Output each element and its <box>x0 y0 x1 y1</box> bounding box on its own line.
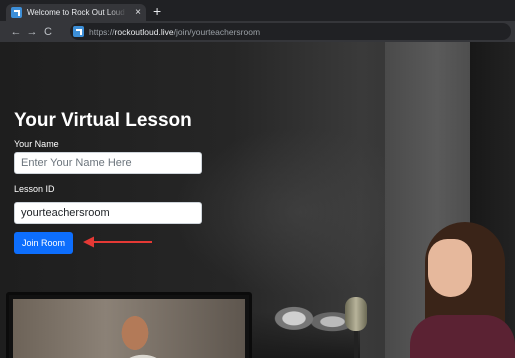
address-bar[interactable]: https://rockoutloud.live/join/yourteache… <box>70 23 511 40</box>
annotation-arrow-icon <box>83 236 152 248</box>
tab-title: Welcome to Rock Out Loud Live <box>27 8 127 17</box>
url-text: https://rockoutloud.live/join/yourteache… <box>89 27 260 37</box>
back-arrow-icon[interactable]: ← <box>8 26 24 38</box>
new-tab-button[interactable]: + <box>153 3 161 19</box>
url-domain: rockoutloud.live <box>114 26 174 37</box>
page-title: Your Virtual Lesson <box>14 110 192 131</box>
background-microphone <box>345 297 367 331</box>
url-scheme: https:// <box>89 26 115 37</box>
background-singer <box>400 217 515 358</box>
lesson-id-input[interactable] <box>14 202 202 224</box>
name-label: Your Name <box>14 139 59 149</box>
monitor-screen-image <box>13 299 245 358</box>
name-input[interactable] <box>14 152 202 174</box>
forward-arrow-icon[interactable]: → <box>24 26 40 38</box>
lesson-id-label: Lesson ID <box>14 184 55 194</box>
page-background: Your Virtual Lesson Your Name Lesson ID … <box>0 42 515 358</box>
background-drum-kit <box>250 292 360 358</box>
url-path: /join/yourteachersroom <box>173 26 261 37</box>
reload-icon[interactable]: C <box>40 26 56 38</box>
join-room-button[interactable]: Join Room <box>14 232 73 254</box>
site-favicon-icon <box>11 7 22 18</box>
close-tab-icon[interactable]: × <box>135 7 141 18</box>
microphone-stand <box>354 331 358 358</box>
browser-tab[interactable]: Welcome to Rock Out Loud Live × <box>6 4 146 21</box>
singer-face <box>428 239 472 297</box>
browser-toolbar: ← → C https://rockoutloud.live/join/your… <box>0 21 515 42</box>
site-favicon-icon <box>73 26 84 37</box>
browser-tab-bar: Welcome to Rock Out Loud Live × + <box>0 0 515 21</box>
background-monitor <box>6 292 252 358</box>
singer-shirt <box>410 315 515 358</box>
